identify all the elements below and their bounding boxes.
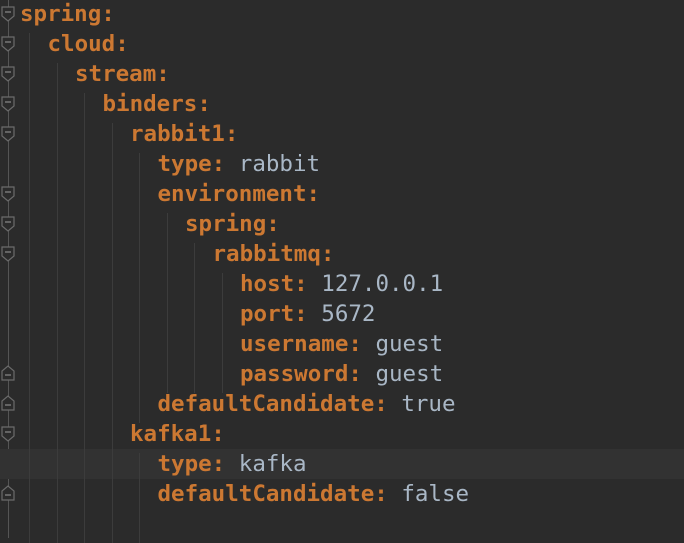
yaml-key: environment:	[157, 181, 321, 207]
yaml-key: type:	[157, 151, 226, 177]
yaml-key: rabbit1:	[130, 121, 239, 147]
yaml-key: spring:	[185, 211, 280, 237]
indent-guide	[194, 243, 195, 393]
code-line[interactable]: environment:	[0, 179, 684, 209]
line-text: binders:	[103, 89, 211, 119]
yaml-value: 5672	[307, 301, 376, 327]
yaml-key: rabbitmq:	[212, 241, 335, 267]
code-line[interactable]: type: rabbit	[0, 149, 684, 179]
indent-guide	[139, 153, 140, 423]
line-text: port: 5672	[240, 299, 375, 329]
code-line[interactable]: password: guest	[0, 359, 684, 389]
yaml-key: spring:	[20, 1, 115, 27]
yaml-key: username:	[240, 331, 362, 357]
code-line[interactable]: host: 127.0.0.1	[0, 269, 684, 299]
code-line[interactable]: spring:	[0, 0, 684, 29]
indent-guide	[166, 213, 168, 393]
line-text: kafka1:	[130, 419, 225, 449]
code-line[interactable]: defaultCandidate: true	[0, 389, 684, 419]
line-text: spring:	[185, 209, 280, 239]
line-text: cloud:	[48, 29, 129, 59]
line-text: rabbitmq:	[213, 239, 335, 269]
code-line[interactable]: kafka1:	[0, 419, 684, 449]
yaml-key: kafka1:	[130, 421, 225, 447]
indent-guide	[84, 93, 85, 543]
indent-guide	[111, 123, 113, 543]
yaml-key: binders:	[102, 91, 211, 117]
line-text: type: kafka	[158, 449, 307, 479]
code-line[interactable]: username: guest	[0, 329, 684, 359]
yaml-key: host:	[240, 271, 308, 297]
yaml-value: true	[387, 391, 456, 417]
code-line[interactable]: cloud:	[0, 29, 684, 59]
line-text: defaultCandidate: false	[158, 479, 470, 509]
yaml-key: port:	[240, 301, 308, 327]
yaml-key: stream:	[75, 61, 170, 87]
line-text: environment:	[158, 179, 321, 209]
yaml-key: defaultCandidate:	[157, 481, 388, 507]
line-text: type: rabbit	[158, 149, 321, 179]
yaml-value: guest	[361, 361, 444, 387]
code-line[interactable]: rabbitmq:	[0, 239, 684, 269]
code-editor[interactable]: spring: cloud: stream: binders: rabbit1: type…	[0, 0, 684, 543]
code-line[interactable]: stream:	[0, 59, 684, 89]
yaml-key: type:	[157, 451, 226, 477]
line-text: host: 127.0.0.1	[240, 269, 443, 299]
yaml-value: kafka	[225, 451, 307, 477]
line-text: stream:	[75, 59, 170, 89]
yaml-value: 127.0.0.1	[307, 271, 444, 297]
yaml-key: password:	[240, 361, 362, 387]
indent-guide	[29, 33, 30, 543]
code-line[interactable]: rabbit1:	[0, 119, 684, 149]
line-text: username: guest	[240, 329, 443, 359]
code-line[interactable]: binders:	[0, 89, 684, 119]
line-text: spring:	[20, 0, 115, 29]
yaml-value: guest	[361, 331, 444, 357]
yaml-value: rabbit	[225, 151, 321, 177]
indent-guide	[139, 453, 140, 543]
yaml-key: defaultCandidate:	[157, 391, 388, 417]
code-line[interactable]: defaultCandidate: false	[0, 479, 684, 509]
line-text: password: guest	[240, 359, 443, 389]
yaml-key: cloud:	[47, 31, 129, 57]
line-text: defaultCandidate: true	[158, 389, 456, 419]
code-line[interactable]: spring:	[0, 209, 684, 239]
indent-guide	[56, 63, 58, 543]
indent-guide	[221, 273, 223, 393]
code-line[interactable]: type: kafka	[0, 449, 684, 479]
line-text: rabbit1:	[130, 119, 238, 149]
yaml-value: false	[387, 481, 470, 507]
code-line[interactable]: port: 5672	[0, 299, 684, 329]
